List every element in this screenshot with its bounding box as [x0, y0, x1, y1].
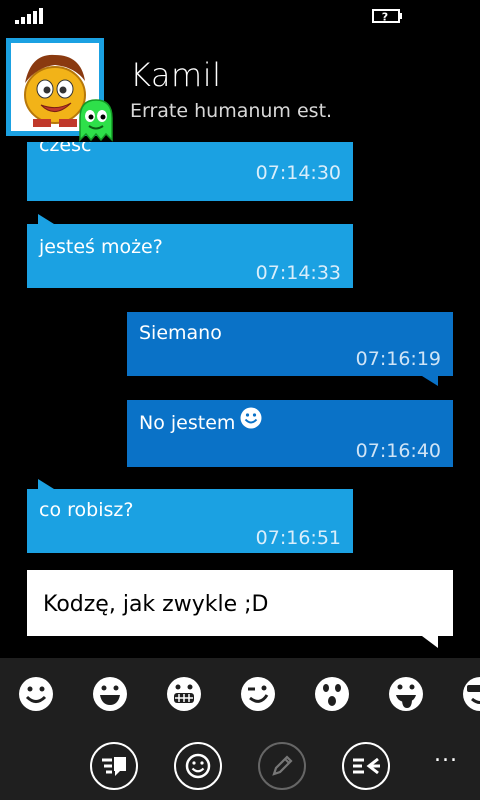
bubble-tail — [38, 479, 54, 489]
message-text: cześć — [39, 142, 92, 156]
more-options-button[interactable]: ... — [434, 742, 458, 767]
edit-icon — [272, 755, 293, 776]
message-input[interactable]: Kodzę, jak zwykle ;D — [27, 570, 453, 636]
status-bar: ? — [0, 0, 480, 32]
emoji-bar — [0, 658, 480, 730]
message-timestamp: 07:16:19 — [355, 348, 441, 370]
message-bubble-incoming[interactable]: cześć 07:14:30 — [27, 142, 353, 201]
cool-icon[interactable] — [460, 674, 480, 714]
message-timestamp: 07:16:51 — [255, 527, 341, 549]
draft-text: Kodzę, jak zwykle ;D — [43, 592, 269, 617]
wink-icon[interactable] — [238, 674, 278, 714]
message-thread[interactable]: cześć 07:14:30 jesteś może? 07:14:33 Sie… — [0, 142, 480, 658]
big-grin-icon[interactable] — [164, 674, 204, 714]
surprised-icon[interactable] — [312, 674, 352, 714]
emoticons-icon — [185, 753, 211, 779]
back-icon — [353, 757, 380, 775]
contact-status-text: Errate humanum est. — [130, 100, 333, 122]
emoticons-button[interactable] — [174, 742, 222, 790]
grin-icon[interactable] — [90, 674, 130, 714]
back-button[interactable] — [342, 742, 390, 790]
bubble-tail — [422, 376, 438, 386]
message-text: co robisz? — [39, 499, 134, 521]
message-text: No jestem — [139, 412, 236, 434]
bubble-tail — [38, 214, 54, 224]
edit-button[interactable] — [258, 742, 306, 790]
battery-icon: ? — [372, 9, 402, 24]
app-bar: ... — [0, 658, 480, 800]
input-tail — [422, 636, 438, 648]
message-timestamp: 07:14:33 — [255, 262, 341, 284]
signal-strength-icon — [15, 8, 45, 24]
message-text: Siemano — [139, 322, 222, 344]
message-timestamp: 07:16:40 — [355, 440, 441, 462]
online-ghost-icon — [79, 99, 113, 142]
message-bubble-incoming[interactable]: co robisz? 07:16:51 — [27, 489, 353, 553]
contact-name[interactable]: Kamil — [130, 56, 221, 94]
smile-icon[interactable] — [16, 674, 56, 714]
send-icon — [102, 757, 126, 776]
message-bubble-outgoing[interactable]: Siemano 07:16:19 — [127, 312, 453, 376]
message-bubble-incoming[interactable]: jesteś może? 07:14:33 — [27, 224, 353, 288]
message-timestamp: 07:14:30 — [255, 162, 341, 184]
svg-text:?: ? — [382, 11, 388, 24]
smiley-icon — [240, 407, 262, 429]
message-text: jesteś może? — [39, 236, 163, 258]
tongue-icon[interactable] — [386, 674, 426, 714]
send-button[interactable] — [90, 742, 138, 790]
message-bubble-outgoing[interactable]: No jestem 07:16:40 — [127, 400, 453, 467]
